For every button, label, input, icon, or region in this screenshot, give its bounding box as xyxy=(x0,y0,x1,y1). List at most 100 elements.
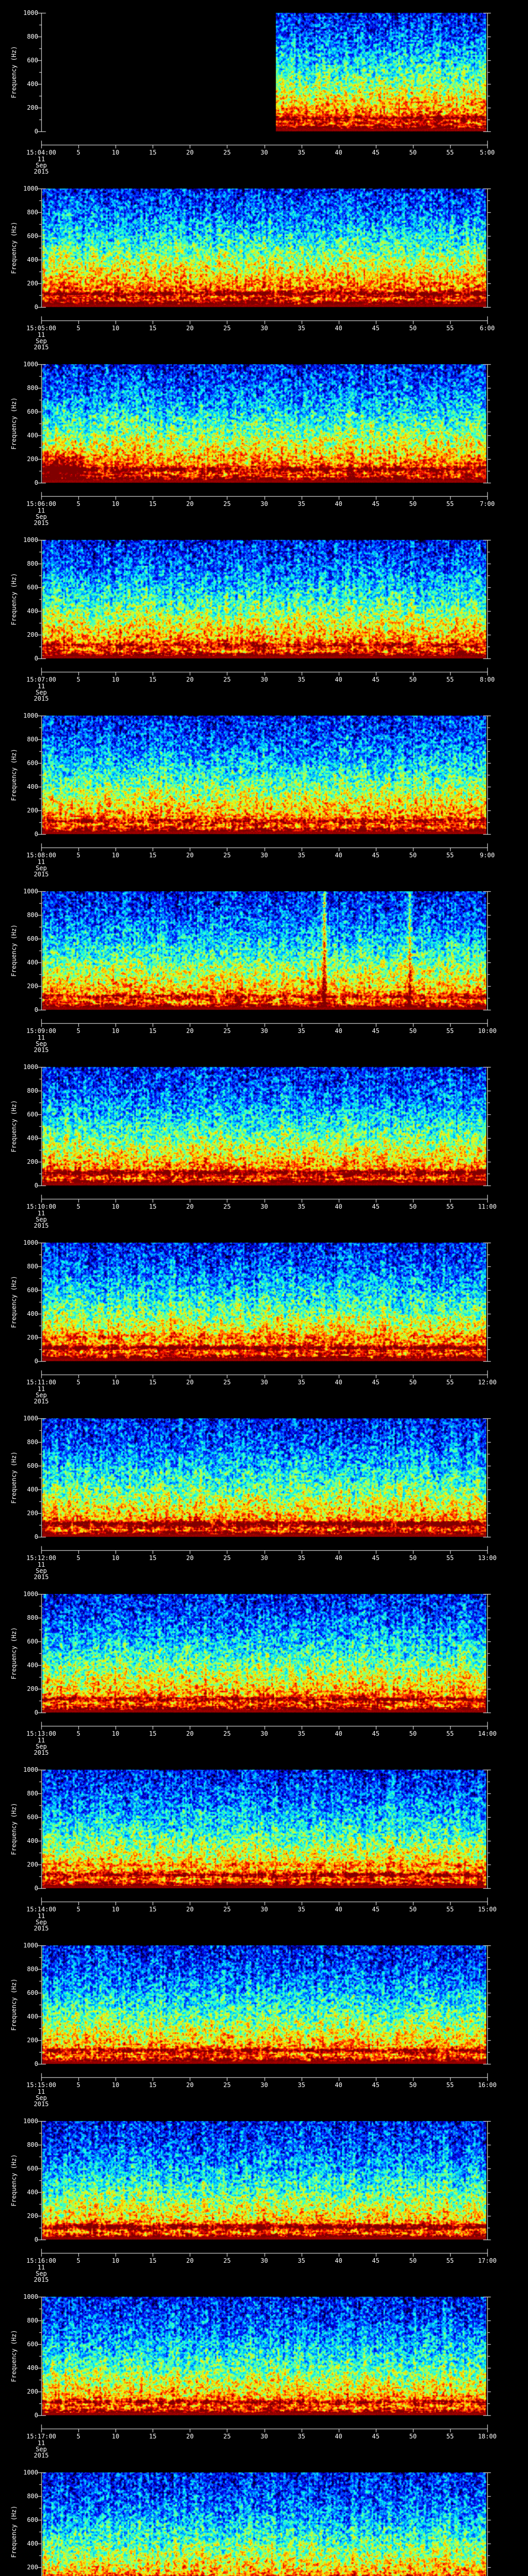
x-tick-label: 30 xyxy=(260,149,268,156)
y-tick-label: 400 xyxy=(27,1837,38,1844)
x-tick-label: 25 xyxy=(223,2081,231,2089)
x-tick-label: 35 xyxy=(298,325,305,332)
y-tick-label: 400 xyxy=(27,2364,38,2371)
y-tick-label: 600 xyxy=(27,1111,38,1118)
x-tick-label: 10 xyxy=(111,2081,120,2089)
frequency-axis-label: Frequency (Hz) xyxy=(10,2154,18,2207)
spectrogram-panel-15-06-00: Frequency (Hz) 1000 800 600 400 200 0 15:06:00 5… xyxy=(0,351,528,527)
date-label: 2015 xyxy=(34,1925,49,1932)
date-label: 2015 xyxy=(34,1222,49,1229)
y-tick-label: 600 xyxy=(27,2341,38,2348)
y-tick-label: 200 xyxy=(27,1158,38,1165)
y-tick-label: 200 xyxy=(27,1510,38,1517)
x-tick-label: 50 xyxy=(409,2081,417,2089)
y-tick-label: 0 xyxy=(34,2412,38,2419)
date-label: 2015 xyxy=(34,2452,49,2459)
x-tick-label: 15 xyxy=(149,2081,157,2089)
start-time-label: 15:06:00 xyxy=(26,500,56,507)
spectrogram-panel-15-17-00: Frequency (Hz) 1000 800 600 400 200 0 15:17:00 5… xyxy=(0,2284,528,2460)
x-tick-label: 25 xyxy=(223,1027,231,1035)
date-label: 2015 xyxy=(34,344,49,351)
x-tick-label: 45 xyxy=(372,1730,380,1737)
y-tick-label: 800 xyxy=(27,1438,38,1446)
start-time-label: 15:09:00 xyxy=(26,1027,56,1035)
y-tick-label: 1000 xyxy=(23,888,38,895)
spectrogram-panel-15-15-00: Frequency (Hz) 1000 800 600 400 200 0 15:15:00 5… xyxy=(0,1933,528,2108)
y-tick-label: 1000 xyxy=(23,536,38,544)
spectrogram-panel-15-11-00: Frequency (Hz) 1000 800 600 400 200 0 15:11:00 5… xyxy=(0,1230,528,1405)
x-tick-label: 50 xyxy=(409,1730,417,1737)
x-tick-label: 15 xyxy=(149,852,157,859)
y-tick-label: 0 xyxy=(34,303,38,311)
y-tick-label: 600 xyxy=(27,1286,38,1294)
x-tick-label: 5 xyxy=(76,149,80,156)
y-tick-label: 400 xyxy=(27,783,38,790)
y-tick-label: 0 xyxy=(34,1533,38,1540)
y-tick-label: 0 xyxy=(34,1182,38,1189)
x-tick-label: 10 xyxy=(111,676,120,683)
x-tick-label: 20 xyxy=(186,2081,194,2089)
end-time-label: 5:00 xyxy=(480,149,495,156)
x-tick-label: 40 xyxy=(335,2433,342,2440)
frequency-axis-label: Frequency (Hz) xyxy=(10,397,18,450)
x-tick-label: 30 xyxy=(260,500,268,507)
x-tick-label: 5 xyxy=(76,2081,80,2089)
x-tick-label: 40 xyxy=(335,1906,342,1913)
x-tick-label: 10 xyxy=(111,852,120,859)
end-time-label: 7:00 xyxy=(480,500,495,507)
end-time-label: 12:00 xyxy=(477,1379,497,1386)
y-tick-label: 600 xyxy=(27,232,38,240)
spectrogram-panel-15-13-00: Frequency (Hz) 1000 800 600 400 200 0 15:13:00 5… xyxy=(0,1581,528,1757)
x-tick-label: 20 xyxy=(186,1203,194,1210)
x-tick-label: 30 xyxy=(260,2433,268,2440)
frequency-axis-label: Frequency (Hz) xyxy=(10,1100,18,1153)
y-tick-label: 600 xyxy=(27,1462,38,1469)
x-tick-label: 5 xyxy=(76,2433,80,2440)
x-tick-label: 45 xyxy=(372,500,380,507)
x-tick-label: 30 xyxy=(260,325,268,332)
x-tick-label: 25 xyxy=(223,852,231,859)
x-tick-label: 30 xyxy=(260,676,268,683)
y-tick-label: 400 xyxy=(27,607,38,615)
y-tick-label: 200 xyxy=(27,2037,38,2044)
end-time-label: 15:00 xyxy=(477,1906,497,1913)
y-tick-label: 600 xyxy=(27,1814,38,1821)
x-tick-label: 15 xyxy=(149,676,157,683)
x-tick-label: 25 xyxy=(223,2257,231,2264)
x-tick-label: 35 xyxy=(298,1203,305,1210)
x-tick-label: 15 xyxy=(149,1203,157,1210)
x-tick-label: 35 xyxy=(298,1730,305,1737)
start-time-label: 15:04:00 xyxy=(26,149,56,156)
date-label: 2015 xyxy=(34,695,49,702)
frequency-axis-label: Frequency (Hz) xyxy=(10,1627,18,1680)
y-tick-label: 600 xyxy=(27,935,38,942)
x-tick-label: 50 xyxy=(409,676,417,683)
x-tick-label: 10 xyxy=(111,1379,120,1386)
x-tick-label: 35 xyxy=(298,1554,305,1562)
x-tick-label: 10 xyxy=(111,1027,120,1035)
x-tick-label: 5 xyxy=(76,1379,80,1386)
y-tick-label: 1000 xyxy=(23,712,38,719)
x-tick-label: 55 xyxy=(446,1379,454,1386)
start-time-label: 15:11:00 xyxy=(26,1379,56,1386)
x-tick-label: 10 xyxy=(111,2433,120,2440)
x-tick-label: 20 xyxy=(186,1730,194,1737)
start-time-label: 15:07:00 xyxy=(26,676,56,683)
x-tick-label: 30 xyxy=(260,1554,268,1562)
frequency-axis-label: Frequency (Hz) xyxy=(10,573,18,625)
date-label: 2015 xyxy=(34,1573,49,1581)
x-tick-label: 40 xyxy=(335,1554,342,1562)
x-tick-label: 55 xyxy=(446,852,454,859)
x-tick-label: 35 xyxy=(298,676,305,683)
x-tick-label: 55 xyxy=(446,2081,454,2089)
x-tick-label: 45 xyxy=(372,2081,380,2089)
x-tick-label: 10 xyxy=(111,1730,120,1737)
y-tick-label: 0 xyxy=(34,2236,38,2243)
y-tick-label: 600 xyxy=(27,759,38,767)
frequency-axis-label: Frequency (Hz) xyxy=(10,924,18,977)
x-tick-label: 5 xyxy=(76,1203,80,1210)
x-tick-label: 40 xyxy=(335,149,342,156)
x-tick-label: 5 xyxy=(76,1554,80,1562)
x-tick-label: 5 xyxy=(76,500,80,507)
y-tick-label: 1000 xyxy=(23,1239,38,1246)
